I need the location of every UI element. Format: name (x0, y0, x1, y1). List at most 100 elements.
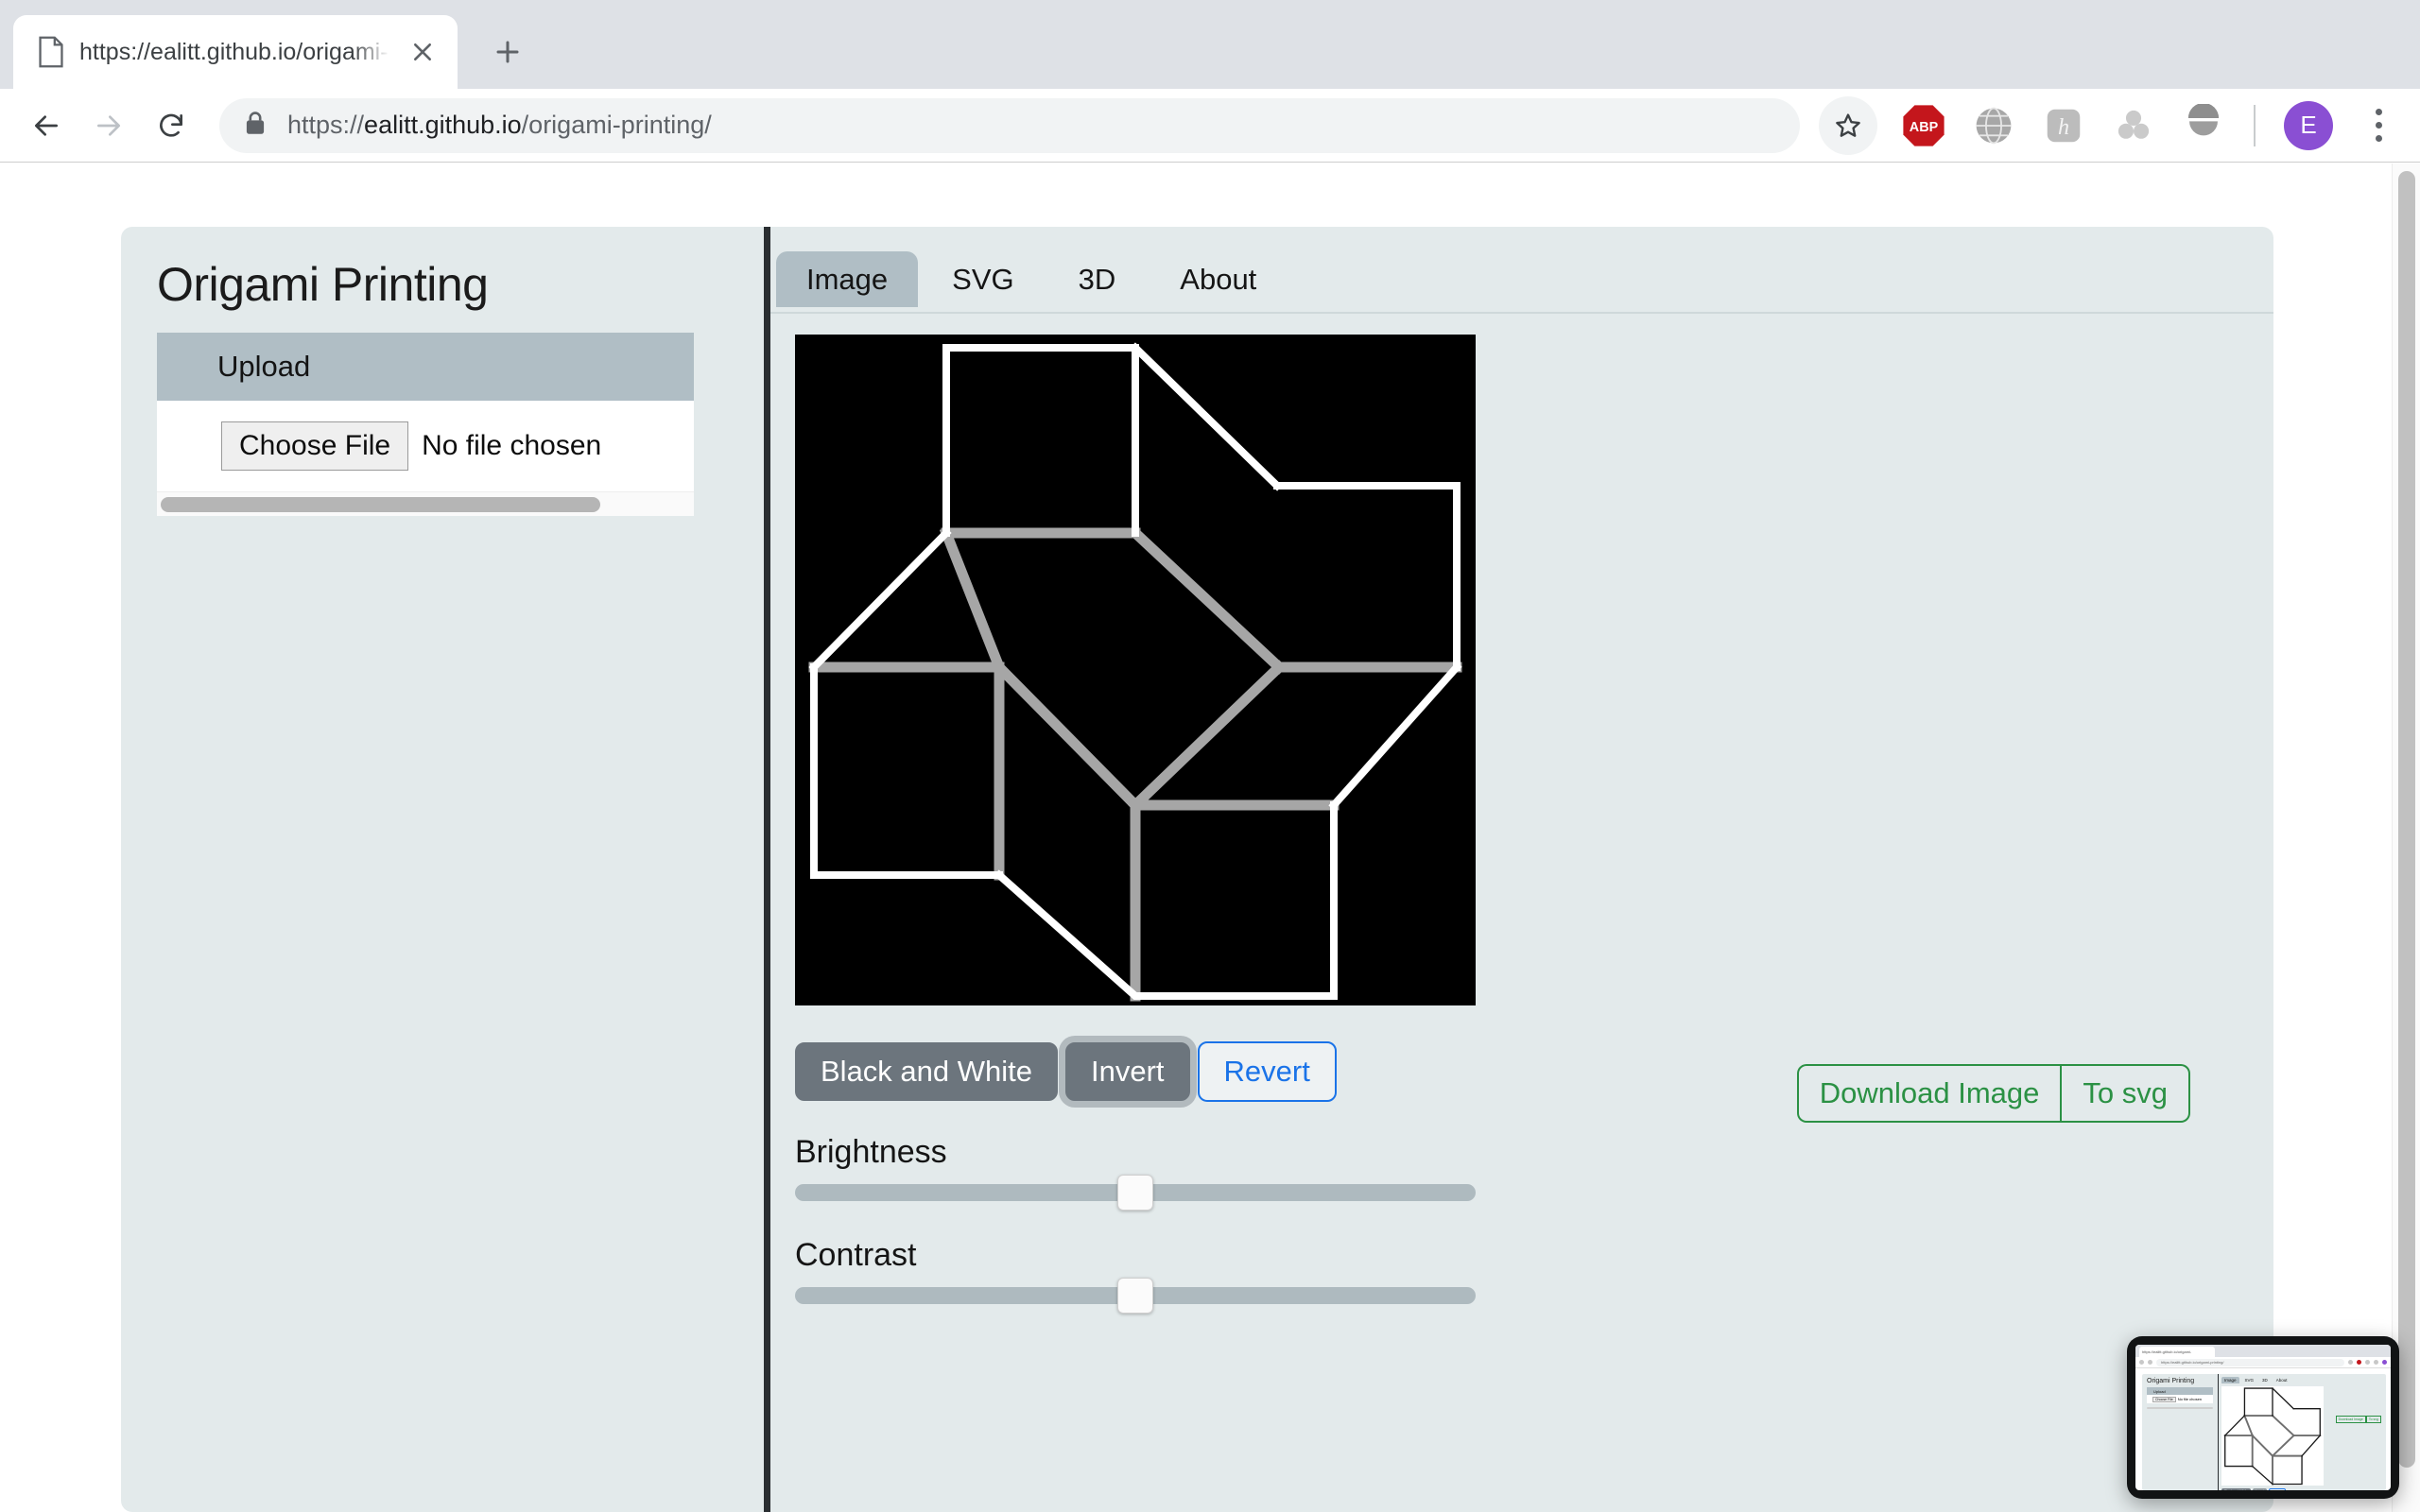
revert-button[interactable]: Revert (1198, 1041, 1337, 1102)
device-preview-bw-button: Black and White (2221, 1488, 2251, 1490)
page-scrollbar[interactable] (2392, 163, 2420, 1512)
download-button-group: Download Image To svg (1797, 1064, 2190, 1123)
toolbar-divider (2254, 105, 2256, 146)
browser-toolbar: https://ealitt.github.io/origami-printin… (0, 89, 2420, 163)
browser-tab-title: https://ealitt.github.io/origami- (79, 39, 389, 66)
device-preview-title: Origami Printing (2147, 1378, 2213, 1384)
choose-file-button[interactable]: Choose File (221, 421, 408, 472)
kebab-menu-icon[interactable] (2354, 101, 2403, 150)
device-preview-sidebar: Origami Printing Upload Choose File No f… (2142, 1374, 2218, 1490)
invert-button[interactable]: Invert (1065, 1042, 1190, 1101)
file-status-label: No file chosen (422, 430, 601, 462)
device-preview-avatar (2382, 1360, 2387, 1365)
avatar[interactable]: E (2284, 101, 2333, 150)
contrast-label: Contrast (795, 1237, 2273, 1274)
origami-app: Origami Printing Upload Choose File No f… (121, 227, 2273, 1512)
tab-image[interactable]: Image (776, 251, 918, 307)
svg-text:h: h (2058, 114, 2069, 140)
device-preview-thumbnail[interactable]: https://ealitt.github.io/origami- https:… (2127, 1336, 2399, 1499)
new-tab-button[interactable] (478, 23, 537, 81)
device-preview-address-bar: https://ealitt.github.io/origami-printin… (2156, 1359, 2344, 1366)
device-preview-forward-icon (2148, 1360, 2152, 1365)
device-preview-tab-svg: SVG (2242, 1377, 2257, 1383)
brightness-slider[interactable] (795, 1180, 1476, 1205)
device-preview-tab-title: https://ealitt.github.io/origami- (2142, 1349, 2191, 1354)
device-preview-tab: https://ealitt.github.io/origami- (2139, 1347, 2215, 1357)
browser-tabstrip: https://ealitt.github.io/origami- (0, 0, 2420, 89)
url-path: /origami-printing/ (522, 111, 712, 139)
browser-window: https://ealitt.github.io/origami- (0, 0, 2420, 1512)
device-preview-ext-2-icon (2365, 1360, 2370, 1365)
star-icon[interactable] (1819, 96, 1877, 155)
device-preview-to-svg: To svg (2366, 1416, 2381, 1423)
black-and-white-button[interactable]: Black and White (795, 1042, 1058, 1101)
tab-about[interactable]: About (1150, 251, 1287, 307)
page-icon (38, 36, 64, 68)
forward-arrow-icon (79, 96, 138, 155)
device-preview-screen: https://ealitt.github.io/origami- https:… (2135, 1345, 2391, 1490)
device-preview-edit-buttons: Black and White Invert Revert (2221, 1488, 2386, 1490)
url-host: ealitt.github.io (364, 111, 522, 139)
device-preview-toolbar: https://ealitt.github.io/origami-printin… (2135, 1357, 2391, 1368)
device-preview-ext-3-icon (2374, 1360, 2378, 1365)
device-preview-upload-header: Upload (2147, 1387, 2213, 1395)
tab-3d[interactable]: 3D (1048, 251, 1147, 307)
clover-extension-icon[interactable] (2109, 101, 2158, 150)
acorn-extension-icon[interactable] (2179, 101, 2228, 150)
close-icon[interactable] (405, 34, 441, 70)
device-preview-file-status: No file chosen (2178, 1397, 2202, 1401)
device-preview-download-group: Download Image To svg (2336, 1416, 2381, 1423)
to-svg-button[interactable]: To svg (2061, 1064, 2190, 1123)
device-preview-body: Origami Printing Upload Choose File No f… (2135, 1368, 2391, 1490)
device-preview-main: Image SVG 3D About (2219, 1374, 2386, 1490)
device-preview-tab-about: About (2273, 1377, 2290, 1383)
tab-svg[interactable]: SVG (922, 251, 1044, 307)
device-preview-url: https://ealitt.github.io/origami-printin… (2161, 1360, 2223, 1365)
page-title: Origami Printing (157, 257, 728, 312)
reload-icon[interactable] (142, 96, 200, 155)
contrast-slider-thumb[interactable] (1117, 1278, 1153, 1314)
main-panel: Image SVG 3D About (770, 227, 2273, 1512)
address-bar-url: https://ealitt.github.io/origami-printin… (287, 111, 712, 140)
page-viewport: Origami Printing Upload Choose File No f… (0, 163, 2420, 1512)
svg-text:ABP: ABP (1910, 120, 1939, 135)
device-preview-ext-1-icon (2348, 1360, 2353, 1365)
device-preview-choose-file: Choose File (2152, 1397, 2176, 1402)
contrast-slider[interactable] (795, 1283, 1476, 1308)
device-preview-origami-image (2221, 1386, 2324, 1486)
device-preview-download-image: Download Image (2336, 1416, 2366, 1423)
device-preview-tab-3d: 3D (2259, 1377, 2271, 1383)
origami-pattern-image[interactable] (795, 335, 1476, 1005)
back-arrow-icon[interactable] (17, 96, 76, 155)
device-preview-tabs: Image SVG 3D About (2221, 1377, 2386, 1383)
lock-icon (244, 111, 267, 140)
device-preview-card-scroll (2147, 1407, 2213, 1409)
page-scrollbar-thumb[interactable] (2398, 171, 2415, 1468)
upload-card-body: Choose File No file chosen (157, 401, 694, 491)
url-scheme: https:// (287, 111, 364, 139)
brightness-label: Brightness (795, 1134, 2273, 1171)
honey-extension-icon[interactable]: h (2039, 101, 2088, 150)
device-preview-back-icon (2139, 1360, 2144, 1365)
device-preview-tabstrip: https://ealitt.github.io/origami- (2135, 1345, 2391, 1357)
device-preview-revert-button: Revert (2269, 1488, 2286, 1490)
sidebar: Origami Printing Upload Choose File No f… (121, 227, 764, 1512)
main-tabs: Image SVG 3D About (770, 246, 2273, 314)
upload-card: Upload Choose File No file chosen (157, 333, 694, 516)
upload-card-header: Upload (157, 333, 694, 401)
device-preview-tab-image: Image (2221, 1377, 2239, 1383)
avatar-initial: E (2300, 111, 2316, 140)
device-preview-upload-body: Choose File No file chosen (2147, 1395, 2213, 1403)
upload-card-scroll-thumb[interactable] (161, 497, 600, 512)
download-image-button[interactable]: Download Image (1797, 1064, 2062, 1123)
sidebar-main-divider (764, 227, 770, 1512)
browser-tab-active[interactable]: https://ealitt.github.io/origami- (13, 15, 458, 89)
globe-extension-icon[interactable] (1969, 101, 2018, 150)
image-preview-wrap (770, 314, 2273, 1005)
device-preview-invert-button: Invert (2253, 1488, 2267, 1490)
adblock-plus-icon[interactable]: ABP (1899, 101, 1948, 150)
brightness-slider-thumb[interactable] (1117, 1175, 1153, 1211)
device-preview-adblock-icon (2357, 1360, 2361, 1365)
upload-card-scrollbar[interactable] (157, 491, 694, 516)
address-bar[interactable]: https://ealitt.github.io/origami-printin… (219, 98, 1800, 153)
